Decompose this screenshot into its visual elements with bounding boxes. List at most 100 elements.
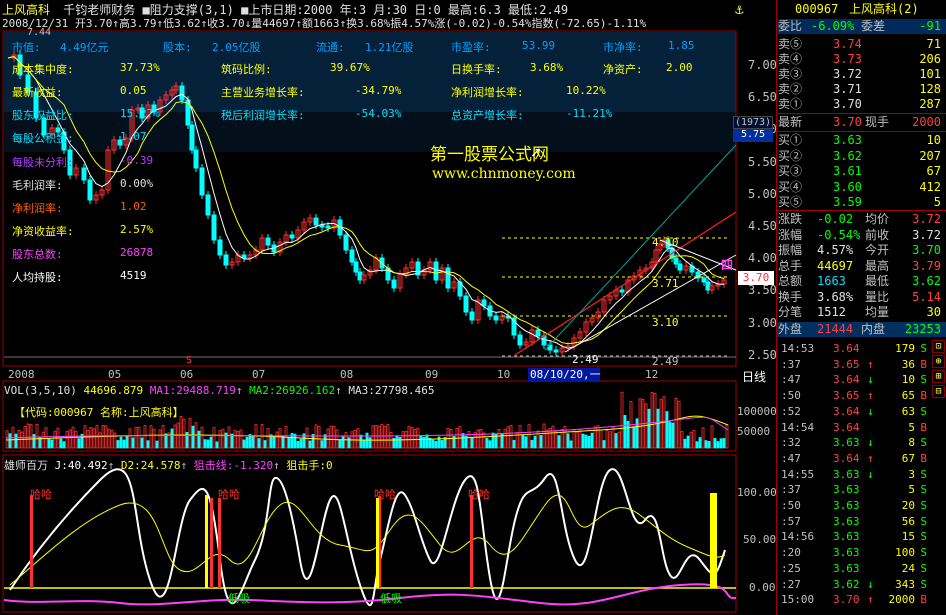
volume-bar (299, 438, 303, 449)
stat-value: 3.62 (912, 274, 941, 288)
tab-button-1[interactable]: ⊡ (932, 340, 945, 353)
tick-row[interactable]: 14:56 3.63 15 S (777, 529, 946, 544)
candle-body (189, 124, 195, 151)
time-cursor-label: 08/10/20,一 (528, 368, 601, 382)
volume-bar (647, 408, 651, 449)
tick-volume: 100 (895, 546, 915, 560)
tick-row[interactable]: 15:00 3.70 ↑ 2000 B (777, 592, 946, 607)
tick-row[interactable]: 14:55 3.63 ↓ 3 S (777, 467, 946, 482)
bid-level-volume: 67 (926, 164, 941, 178)
tick-row[interactable]: :25 3.63 24 S (777, 561, 946, 576)
stat-label: 分笔 (778, 305, 803, 319)
tab-button-2[interactable]: ⊕ (932, 355, 945, 368)
bid-level[interactable]: 买① 3.63 10 (777, 133, 946, 148)
ask-level[interactable]: 卖③ 3.72 101 (777, 67, 946, 82)
volume-bar (539, 435, 543, 449)
fund-value: 1.21亿股 (365, 41, 414, 54)
volume-bar (623, 415, 627, 449)
ask-level[interactable]: 卖① 3.70 287 (777, 97, 946, 112)
volume-bar (605, 429, 609, 449)
tick-price: 3.65 (833, 357, 860, 371)
volume-bar (578, 429, 582, 449)
fund-label: 股本: (163, 41, 192, 54)
tick-price: 3.63 (833, 561, 860, 575)
volume-bar (116, 440, 120, 449)
tick-row[interactable]: :47 3.64 ↑ 67 B (777, 451, 946, 466)
volume-bar (200, 426, 204, 449)
fund-label: 净利润率: (12, 202, 63, 215)
ask-level[interactable]: 卖② 3.71 128 (777, 82, 946, 97)
volume-bar (488, 440, 492, 449)
candle-body (469, 311, 475, 321)
tick-row[interactable]: 14:54 3.64 5 B (777, 420, 946, 435)
ask-level-label: 卖② (778, 82, 803, 96)
indicator-header: 雄师百万 J:40.492↑ D2:24.578↑ 狙击线:-1.320↑ 狙击… (4, 459, 333, 472)
tick-time: 14:54 (781, 420, 815, 434)
time-axis-label: 2008 (8, 368, 35, 381)
bid-level[interactable]: 买② 3.62 207 (777, 149, 946, 164)
quote-name: 上风高科(2) (849, 2, 919, 16)
volume-bar (104, 425, 108, 449)
price-axis-label: 2.50 (748, 347, 777, 362)
hline-label-371: 3.71 (652, 277, 679, 290)
tick-row[interactable]: :32 3.63 ↓ 8 S (777, 435, 946, 450)
candle-body (493, 315, 499, 321)
volume-bar (86, 430, 90, 449)
tick-row[interactable]: :37 3.65 ↑ 36 B (777, 357, 946, 372)
volume-bar (359, 434, 363, 449)
tick-row[interactable]: :57 3.63 56 S (777, 514, 946, 529)
volume-bar (242, 439, 246, 449)
volume-bar (182, 418, 186, 449)
volume-bar (152, 428, 156, 449)
volume-bar (431, 439, 435, 449)
trendline-white (564, 254, 737, 353)
tick-volume: 24 (901, 561, 915, 575)
indicator-signal-bar (711, 493, 714, 588)
fund-label: 股东总数: (12, 248, 63, 261)
indicator-name[interactable]: 雄师百万 (4, 459, 48, 472)
volume-bar (59, 438, 63, 449)
anchor-icon[interactable]: ⚓ (735, 2, 743, 18)
indicator-signal-bar (470, 495, 473, 588)
time-axis-label: 06 (180, 368, 194, 381)
stat-value: 30 (926, 305, 941, 319)
candle-body (349, 249, 355, 263)
ask-level[interactable]: 卖⑤ 3.74 71 (777, 37, 946, 52)
candle-body (325, 225, 331, 229)
stat-row: 总手 44697 最高 3.79 (777, 259, 946, 274)
candle-body (357, 271, 363, 281)
tick-price: 3.63 (833, 530, 860, 544)
indicator-zjs: 狙击手:0 (286, 459, 333, 472)
volume-bar (563, 425, 567, 449)
ask-level-price: 3.73 (833, 52, 862, 66)
ask-level[interactable]: 卖④ 3.73 206 (777, 52, 946, 67)
tick-row[interactable]: :20 3.63 100 S (777, 545, 946, 560)
waipan-row: 外盘 21444 内盘 23253 (777, 322, 946, 337)
stat-value: -0.02 (817, 212, 854, 226)
bid-level[interactable]: 买⑤ 3.59 5 (777, 195, 946, 210)
tab-button-3[interactable]: ⊞ (932, 370, 945, 383)
tick-row[interactable]: :27 3.62 ↓ 343 S (777, 577, 946, 592)
candle-body (319, 224, 325, 228)
tick-price: 3.62 (833, 577, 860, 591)
tick-row[interactable]: :50 3.63 20 S (777, 498, 946, 513)
stat-label: 涨跌 (778, 212, 803, 226)
volume-bar (341, 436, 345, 449)
volume-bar (509, 424, 513, 449)
tick-row[interactable]: 14:53 3.64 179 S (777, 341, 946, 356)
volume-bar (596, 425, 600, 449)
tick-row[interactable]: :52 3.64 ↓ 63 S (777, 404, 946, 419)
tick-row[interactable]: :37 3.63 5 S (777, 482, 946, 497)
volume-bar (155, 440, 159, 449)
volume-bar (413, 428, 417, 449)
tick-row[interactable]: :47 3.64 ↓ 10 S (777, 372, 946, 387)
tick-row[interactable]: :50 3.65 ↑ 65 B (777, 388, 946, 403)
period-label[interactable]: 日线 (742, 368, 766, 385)
tab-button-4[interactable]: ⊟ (932, 385, 945, 398)
bid-level[interactable]: 买④ 3.60 412 (777, 180, 946, 195)
volume-bar (440, 440, 444, 449)
tick-side: S (920, 577, 927, 591)
bid-level[interactable]: 买③ 3.61 67 (777, 164, 946, 179)
tick-volume: 67 (901, 451, 915, 465)
volume-bar (29, 423, 33, 449)
